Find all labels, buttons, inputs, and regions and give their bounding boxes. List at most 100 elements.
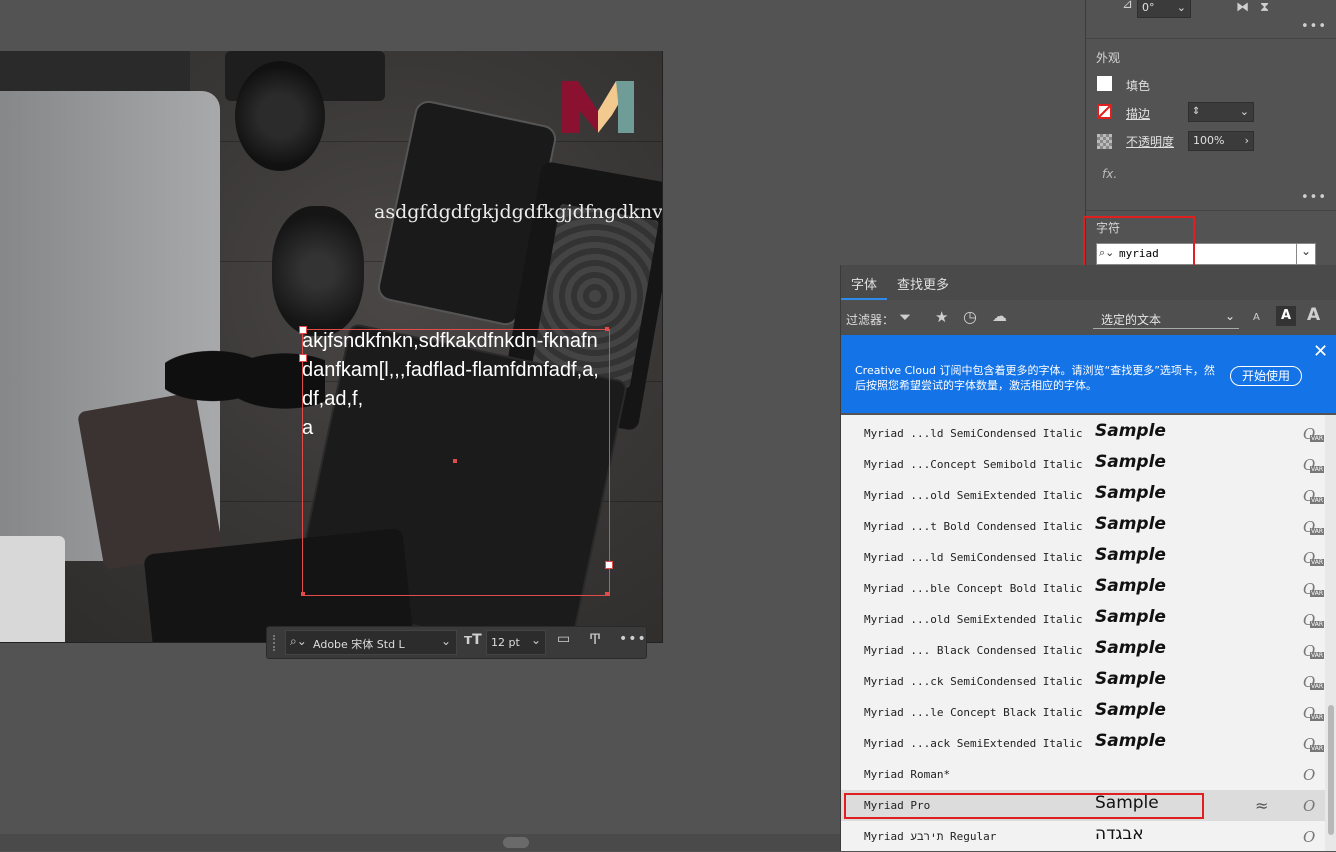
font-list-item[interactable]: Myriad ...ld SemiCondensed Italic Sample O… <box>841 542 1325 573</box>
fill-swatch[interactable] <box>1097 76 1112 91</box>
get-started-button[interactable]: 开始使用 <box>1230 366 1302 386</box>
drag-handle[interactable] <box>273 635 279 651</box>
star-icon[interactable]: ★ <box>935 308 948 326</box>
chevron-down-icon: ⌄ <box>1224 309 1235 323</box>
annotation-highlight <box>844 793 1204 819</box>
variable-font-badge: VAR <box>1310 621 1324 628</box>
preview-text-select[interactable]: 选定的文本 ⌄ <box>1093 308 1239 329</box>
stepper-icon[interactable]: ⇕ <box>1192 103 1200 121</box>
chevron-down-icon[interactable]: ⌄ <box>531 633 541 647</box>
variable-font-badge: VAR <box>1310 559 1324 566</box>
divider <box>1086 38 1336 39</box>
font-name: Myriad תירבע Regular <box>864 830 997 843</box>
rotate-icon: ⊿ <box>1122 0 1133 12</box>
rotate-field[interactable]: 0° ⌄ <box>1137 0 1191 18</box>
frame-handle[interactable] <box>299 354 307 362</box>
more-options-icon[interactable]: ••• <box>619 631 647 647</box>
font-size-field[interactable]: 12 pt ⌄ <box>486 630 546 655</box>
horizontal-scrollbar[interactable] <box>0 834 840 851</box>
close-icon[interactable]: ✕ <box>1313 341 1328 362</box>
font-name: Myriad ...old SemiExtended Italic <box>864 489 1083 502</box>
font-list-item[interactable]: Myriad ...old SemiExtended Italic Sample O… <box>841 480 1325 511</box>
font-list-scrollbar[interactable] <box>1325 415 1336 851</box>
font-list-item[interactable]: Myriad ...ble Concept Bold Italic Sample O… <box>841 573 1325 604</box>
chevron-down-icon[interactable]: ⌄ <box>1177 0 1186 17</box>
chevron-down-icon[interactable]: ⌄ <box>1240 103 1249 121</box>
camera-lens-image <box>235 61 325 171</box>
font-list[interactable]: Myriad ...ld SemiCondensed Italic Sample O… <box>841 415 1325 851</box>
font-family-field[interactable]: ⌕⌄ Adobe 宋体 Std L ⌄ <box>285 630 457 655</box>
frame-center-point <box>453 459 457 463</box>
banner-message: Creative Cloud 订阅中包含着更多的字体。请浏览“查找更多”选项卡，… <box>855 364 1215 392</box>
tab-fonts[interactable]: 字体 <box>851 274 877 293</box>
variable-font-badge: VAR <box>1310 683 1324 690</box>
font-name: Myriad ...Concept Semibold Italic <box>864 458 1083 471</box>
tab-find-more[interactable]: 查找更多 <box>897 274 949 293</box>
filter-icon[interactable]: ⏷ <box>899 308 911 326</box>
chevron-down-icon[interactable]: ⌄ <box>441 634 451 648</box>
font-name: Myriad ...le Concept Black Italic <box>864 706 1083 719</box>
font-dropdown-button[interactable]: ⌄ <box>1296 243 1316 265</box>
frame-handle[interactable] <box>605 561 613 569</box>
type-options-icon[interactable]: Ͳ <box>589 632 601 648</box>
more-options-icon[interactable]: ••• <box>1301 190 1327 205</box>
font-sample: Sample <box>1095 452 1166 472</box>
rotate-value: 0° <box>1142 1 1155 14</box>
font-list-item[interactable]: Myriad ...ck SemiCondensed Italic Sample O… <box>841 666 1325 697</box>
flip-horizontal-icon[interactable]: ⧓ <box>1236 0 1249 15</box>
more-options-icon[interactable]: ••• <box>1301 19 1327 34</box>
cloud-icon[interactable]: ☁ <box>992 307 1007 325</box>
stroke-swatch[interactable] <box>1097 104 1112 119</box>
frame-handle[interactable] <box>299 326 307 334</box>
context-task-bar: ⌕⌄ Adobe 宋体 Std L ⌄ ᴛT 12 pt ⌄ ▭ Ͳ ••• <box>266 626 647 659</box>
stroke-label[interactable]: 描边 <box>1126 105 1150 122</box>
variable-font-badge: VAR <box>1310 714 1324 721</box>
font-list-item[interactable]: Myriad ...Concept Semibold Italic Sample O… <box>841 449 1325 480</box>
font-sample: Sample <box>1095 638 1166 658</box>
artboard-canvas[interactable]: asdgfdgdfgkjdgdfkgjdfngdknvndkfnvdnvnd a… <box>0 51 663 643</box>
font-list-item[interactable]: Myriad ...ld SemiCondensed Italic Sample O… <box>841 418 1325 449</box>
opacity-swatch <box>1097 134 1112 149</box>
font-list-item[interactable]: Myriad ...old SemiExtended Italic Sample O… <box>841 604 1325 635</box>
canvas-text-line[interactable]: asdgfdgdfgkjdgdfkgjdfngdknvndkfnvdnvnd <box>374 201 662 223</box>
flip-vertical-icon[interactable]: ⧗ <box>1260 0 1269 15</box>
font-name: Myriad ...old SemiExtended Italic <box>864 613 1083 626</box>
sample-size-large-icon[interactable]: A <box>1307 305 1320 325</box>
opacity-label[interactable]: 不透明度 <box>1126 133 1174 150</box>
font-name: Myriad ...ack SemiExtended Italic <box>864 737 1083 750</box>
similar-fonts-icon[interactable]: ≈ <box>1255 796 1268 815</box>
font-sample: Sample <box>1095 731 1166 751</box>
font-sample: אבגדה <box>1095 824 1144 844</box>
frame-anchor <box>605 592 609 596</box>
chevron-right-icon[interactable]: › <box>1245 132 1249 150</box>
stroke-weight-field[interactable]: ⇕ ⌄ <box>1188 102 1254 122</box>
clock-icon[interactable]: ◷ <box>963 307 977 326</box>
scrollbar-thumb[interactable] <box>1328 705 1334 835</box>
annotation-highlight <box>1083 216 1195 271</box>
font-list-item[interactable]: Myriad ...le Concept Black Italic Sample O… <box>841 697 1325 728</box>
font-sample: Sample <box>1095 669 1166 689</box>
sample-size-medium-icon[interactable]: A <box>1276 306 1296 326</box>
font-list-item[interactable]: Myriad ...ack SemiExtended Italic Sample O… <box>841 728 1325 759</box>
font-name: Myriad ...ble Concept Bold Italic <box>864 582 1083 595</box>
variable-font-badge: VAR <box>1310 435 1324 442</box>
scrollbar-thumb[interactable] <box>503 837 529 848</box>
font-size-icon: ᴛT <box>464 632 482 648</box>
sample-size-small-icon[interactable]: A <box>1253 312 1260 323</box>
variable-font-badge: VAR <box>1310 466 1324 473</box>
font-list-item[interactable]: Myriad ...t Bold Condensed Italic Sample O… <box>841 511 1325 542</box>
font-list-item[interactable]: Myriad Roman* O <box>841 759 1325 790</box>
fx-icon[interactable]: fx. <box>1102 167 1117 181</box>
sunglasses-image <box>165 326 325 426</box>
strap-shape <box>0 51 190 91</box>
frame-anchor <box>301 592 305 596</box>
font-list-item[interactable]: Myriad תירבע Regular אבגדה O <box>841 821 1325 852</box>
no-stroke-icon <box>1097 104 1112 119</box>
font-list-item[interactable]: Myriad ... Black Condensed Italic Sample O… <box>841 635 1325 666</box>
opacity-field[interactable]: 100% › <box>1188 131 1254 151</box>
font-sample: Sample <box>1095 576 1166 596</box>
text-frame-content[interactable]: akjfsndkfnkn,sdfkakdfnkdn-fknafndanfkam[… <box>302 327 602 443</box>
m-logo <box>562 81 634 133</box>
paragraph-icon[interactable]: ▭ <box>557 631 570 647</box>
variable-font-badge: VAR <box>1310 745 1324 752</box>
